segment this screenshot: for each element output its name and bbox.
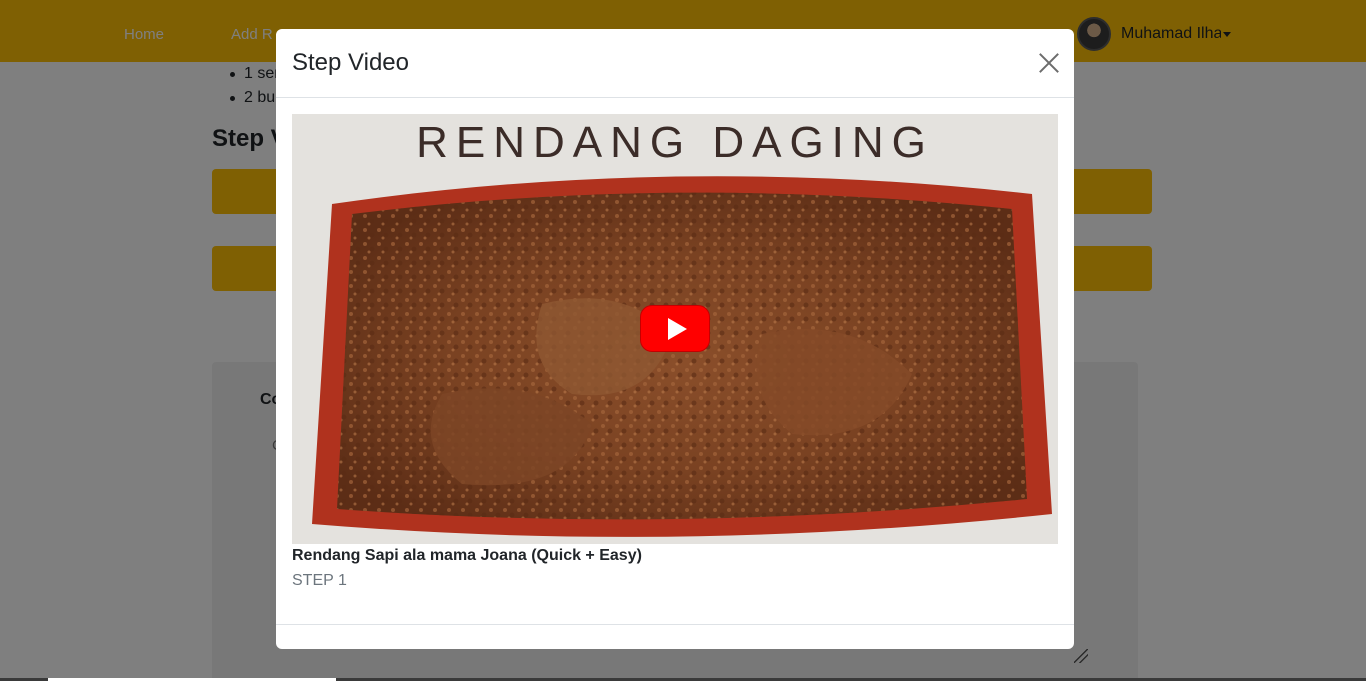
modal-footer [276,624,1074,649]
step-video-modal: Step Video RENDANG DAGING Rendang Sapi a… [276,29,1074,649]
thumbnail-title: RENDANG DAGING [416,118,934,167]
step-label: STEP 1 [292,572,347,589]
youtube-play-icon[interactable] [640,305,710,352]
modal-title: Step Video [292,49,409,76]
video-title: Rendang Sapi ala mama Joana (Quick + Eas… [292,547,642,564]
video-player[interactable]: RENDANG DAGING [292,114,1058,544]
modal-header: Step Video [276,29,1074,98]
close-icon[interactable] [1038,52,1060,74]
